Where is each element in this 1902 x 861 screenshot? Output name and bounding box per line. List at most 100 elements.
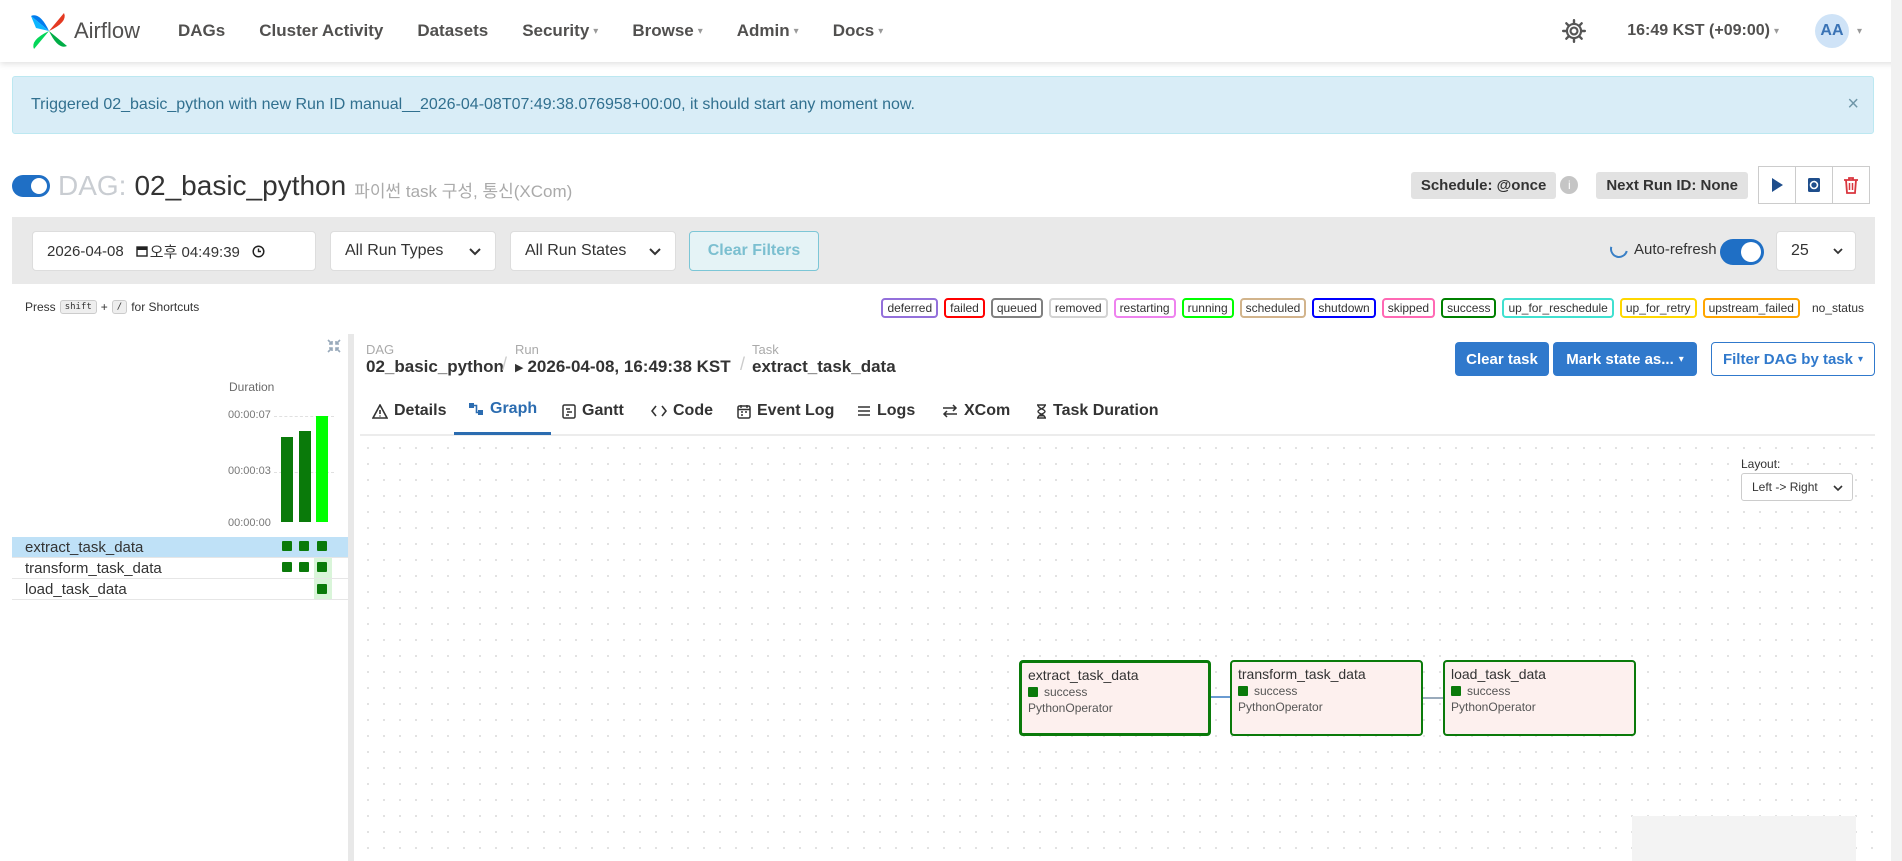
calendar-icon[interactable] [136, 245, 148, 257]
run-type-value: All Run Types [345, 242, 444, 259]
tab-xcom[interactable]: XCom [942, 386, 1010, 436]
auto-refresh-toggle[interactable] [1720, 239, 1764, 265]
layout-value: Left -> Right [1752, 480, 1818, 494]
nav-browse[interactable]: Browse ▾ [632, 21, 702, 41]
task-row-transform[interactable]: transform_task_data [12, 558, 348, 579]
duration-bar[interactable] [281, 437, 293, 522]
dag-header: DAG: 02_basic_python 파이썬 task 구성, 통신(XCo… [12, 170, 572, 202]
caret-down-icon: ▾ [697, 25, 703, 37]
run-state-select[interactable]: All Run States [510, 231, 676, 271]
breadcrumb-task[interactable]: Task extract_task_data [752, 342, 896, 377]
info-icon[interactable]: i [1560, 176, 1579, 194]
legend-no-status[interactable]: no_status [1812, 301, 1864, 315]
tab-graph[interactable]: Graph [454, 386, 552, 435]
base-date-input[interactable]: 2026-04-08 오후 04:49:39 [32, 231, 316, 271]
task-instance-square[interactable] [317, 541, 327, 551]
delete-dag-button[interactable] [1832, 166, 1870, 204]
task-instance-square[interactable] [317, 562, 327, 572]
task-instance-square[interactable] [299, 562, 309, 572]
legend-state-skipped[interactable]: skipped [1381, 298, 1436, 318]
play-icon [1772, 178, 1783, 192]
nav-cluster-activity[interactable]: Cluster Activity [259, 21, 383, 41]
chevron-down-icon [649, 248, 661, 256]
caret-down-icon: ▾ [1678, 353, 1684, 365]
filter-dag-by-task-button[interactable]: Filter DAG by task ▾ [1711, 342, 1875, 376]
dag-pause-toggle[interactable] [12, 175, 50, 197]
nav-docs[interactable]: Docs ▾ [833, 21, 884, 41]
nav-admin-label: Admin [736, 21, 790, 40]
legend-state-up-for-retry[interactable]: up_for_retry [1619, 298, 1697, 318]
legend-state-upstream-failed[interactable]: upstream_failed [1702, 298, 1800, 318]
layout-label: Layout: [1741, 457, 1781, 471]
legend-state-up-for-reschedule[interactable]: up_for_reschedule [1502, 298, 1614, 318]
clock-icon[interactable] [252, 244, 265, 258]
auto-refresh-label: Auto-refresh [1634, 240, 1717, 258]
task-instance-square[interactable] [282, 562, 292, 572]
shortcut-plus: + [100, 300, 108, 314]
code-icon [651, 405, 667, 417]
legend-state-deferred[interactable]: deferred [881, 298, 939, 318]
graph-node-transform[interactable]: transform_task_data success PythonOperat… [1230, 660, 1423, 736]
trigger-dag-button[interactable] [1758, 166, 1796, 204]
collapse-icon[interactable] [326, 338, 342, 354]
gear-icon[interactable] [1561, 18, 1587, 44]
tab-details[interactable]: Details [372, 386, 446, 436]
run-type-select[interactable]: All Run Types [330, 231, 496, 271]
graph-canvas[interactable] [360, 440, 1875, 861]
legend-state-success[interactable]: success [1441, 298, 1497, 318]
tab-task-duration[interactable]: Task Duration [1036, 386, 1159, 436]
clear-task-button[interactable]: Clear task [1455, 342, 1549, 376]
legend-state-restarting[interactable]: restarting [1113, 298, 1176, 318]
clear-filters-button[interactable]: Clear Filters [689, 231, 819, 271]
nav-dags[interactable]: DAGs [178, 21, 225, 41]
nav-docs-label: Docs [832, 21, 875, 40]
breadcrumb-run-value: 2026-04-08, 16:49:38 KST [527, 357, 731, 376]
breadcrumb-dag[interactable]: DAG 02_basic_python [366, 342, 504, 377]
num-runs-select[interactable]: 25 [1776, 231, 1856, 271]
legend-state-removed[interactable]: removed [1048, 298, 1108, 318]
filter-dag-label: Filter DAG by task [1722, 350, 1853, 368]
legend-state-running[interactable]: running [1181, 298, 1234, 318]
tab-gantt-label: Gantt [582, 402, 624, 419]
nav-admin[interactable]: Admin ▾ [737, 21, 799, 41]
legend-state-failed[interactable]: failed [944, 298, 985, 318]
node-operator: PythonOperator [1028, 701, 1113, 715]
legend-state-scheduled[interactable]: scheduled [1239, 298, 1307, 318]
tab-logs[interactable]: Logs [857, 386, 915, 436]
list-icon [858, 406, 870, 416]
graph-minimap[interactable] [1632, 816, 1856, 861]
task-row-extract[interactable]: extract_task_data [12, 537, 348, 558]
shortcut-press: Press [25, 300, 56, 314]
user-avatar[interactable]: AA [1814, 14, 1849, 48]
legend-state-shutdown[interactable]: shutdown [1312, 298, 1376, 318]
parse-dag-button[interactable] [1795, 166, 1833, 204]
exchange-icon [942, 404, 958, 418]
tab-code[interactable]: Code [651, 386, 713, 436]
duration-bar[interactable] [316, 416, 328, 522]
task-row-load[interactable]: load_task_data [12, 579, 348, 600]
brand[interactable]: Airflow [28, 10, 178, 52]
duration-label: Duration [229, 380, 275, 394]
breadcrumb-run[interactable]: Run ▶ 2026-04-08, 16:49:38 KST [515, 342, 731, 377]
nav-datasets[interactable]: Datasets [417, 21, 488, 41]
layout-select[interactable]: Left -> Right [1741, 473, 1853, 501]
legend-state-queued[interactable]: queued [990, 298, 1043, 318]
base-time-value: 오후 04:49:39 [149, 243, 240, 261]
graph-edge [1210, 696, 1230, 698]
tab-event-log[interactable]: Event Log [737, 386, 834, 436]
close-icon[interactable]: × [1847, 93, 1859, 116]
task-instance-square[interactable] [299, 541, 309, 551]
timezone-clock[interactable]: 16:49 KST (+09:00) ▾ [1627, 22, 1779, 40]
task-instance-square[interactable] [317, 584, 327, 594]
duration-bar[interactable] [299, 431, 311, 522]
mark-state-button[interactable]: Mark state as... ▾ [1553, 342, 1697, 376]
tab-task-duration-label: Task Duration [1053, 402, 1159, 419]
nav-security[interactable]: Security ▾ [522, 21, 598, 41]
graph-node-load[interactable]: load_task_data success PythonOperator [1443, 660, 1636, 736]
page-scrollbar[interactable] [1891, 0, 1902, 861]
graph-node-extract[interactable]: extract_task_data success PythonOperator [1019, 660, 1211, 736]
spinner-icon [1606, 236, 1632, 262]
task-instance-square[interactable] [282, 541, 292, 551]
tab-gantt[interactable]: Gantt [562, 386, 624, 436]
panel-resizer[interactable] [348, 334, 354, 861]
